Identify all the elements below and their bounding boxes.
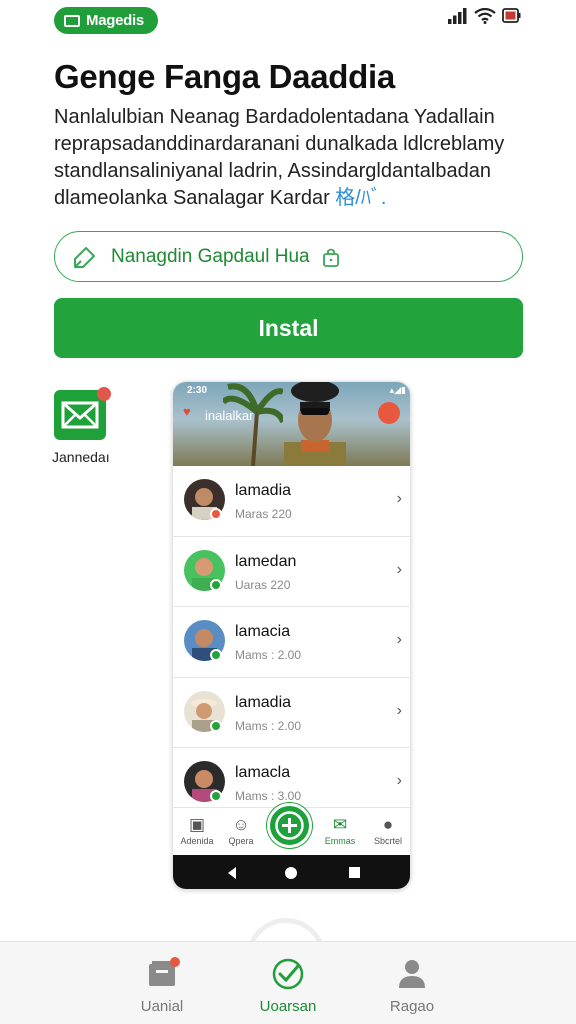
app-badge-icon bbox=[64, 14, 80, 27]
preview-status-icons: ▴◢▮ bbox=[389, 385, 406, 395]
chevron-right-icon: › bbox=[396, 772, 402, 789]
person-icon: ☺ bbox=[232, 815, 250, 834]
system-status-icons bbox=[448, 8, 522, 24]
preview-nav-label: Qpera bbox=[228, 836, 254, 846]
list-item[interactable]: lamedan Uaras 220 › bbox=[173, 537, 410, 607]
secondary-action-label: Nanagdin Gapdaul Hua bbox=[111, 245, 310, 267]
contact-subtitle: Mams : 2.00 bbox=[235, 718, 302, 733]
chevron-right-icon: › bbox=[396, 701, 402, 719]
status-badge bbox=[210, 508, 222, 520]
preview-nav-label: Emmas bbox=[324, 836, 356, 846]
preview-nav-item[interactable]: ✉ Emmas bbox=[316, 814, 364, 846]
app-description-text: Nanlalulbian Neanag Bardadolentadana Yad… bbox=[54, 106, 505, 209]
preview-status-time: 2:30 bbox=[187, 385, 208, 396]
back-icon bbox=[228, 867, 236, 879]
app-description: Nanlalulbian Neanag Bardadolentadana Yad… bbox=[54, 104, 524, 212]
inbox-icon bbox=[149, 957, 180, 986]
chevron-right-icon: › bbox=[396, 631, 402, 648]
chevron-right-icon: › bbox=[396, 560, 402, 578]
status-badge bbox=[210, 790, 222, 802]
contact-subtitle: Maras 220 bbox=[235, 507, 292, 521]
bottom-nav-label: Uoarsan bbox=[259, 998, 317, 1015]
status-badge bbox=[210, 719, 222, 732]
preview-nav-item[interactable]: ☺ Qpera bbox=[217, 814, 265, 846]
contact-subtitle: Uaras 220 bbox=[235, 577, 291, 592]
app-badge[interactable]: Magedis bbox=[54, 7, 158, 34]
list-item[interactable]: lamadia Mams : 2.00 › bbox=[173, 678, 410, 748]
mail-app-label: Jannedaı bbox=[52, 449, 110, 465]
contact-name: lamadia bbox=[235, 693, 292, 711]
mail-app-shortcut[interactable]: Jannedaı bbox=[50, 387, 114, 465]
preview-nav-label: Adenida bbox=[180, 836, 214, 846]
status-badge bbox=[210, 578, 222, 591]
contact-name: lamacia bbox=[235, 623, 291, 640]
bottom-nav-item-apps[interactable]: Uanial bbox=[102, 956, 222, 1015]
mail-icon bbox=[54, 387, 111, 440]
mail-icon: ✉ bbox=[332, 815, 348, 834]
hero-person-image bbox=[284, 382, 346, 466]
contact-name: lamacla bbox=[235, 764, 291, 781]
install-button-label: Instal bbox=[258, 314, 319, 341]
preview-hero-banner: 2:30 ▴◢▮ ♥ inalalkar bbox=[173, 382, 410, 466]
person-icon bbox=[399, 960, 425, 988]
bottom-nav-item-updates[interactable]: Uoarsan bbox=[228, 956, 348, 1015]
recents-icon bbox=[349, 867, 360, 878]
notification-dot bbox=[97, 387, 111, 401]
check-circle-icon bbox=[272, 958, 304, 990]
preview-alert-dot bbox=[378, 402, 400, 424]
status-badge bbox=[210, 649, 222, 661]
app-preview-screenshot: 2:30 ▴◢▮ ♥ inalalkar lamadia Maras 220 › bbox=[172, 381, 411, 890]
contact-subtitle: Mams : 2.00 bbox=[235, 648, 302, 662]
contact-name: lamedan bbox=[235, 552, 297, 570]
profile-avatar-icon: ● bbox=[382, 815, 394, 834]
preview-bottom-nav: ▣ Adenida ☺ Qpera ✉ Emmas ● Sbcrtel bbox=[173, 803, 410, 855]
bottom-nav-label: Uanial bbox=[140, 998, 184, 1015]
status-bar: Magedis bbox=[0, 0, 576, 40]
app-badge-label: Magedis bbox=[86, 12, 144, 29]
bottom-navigation: Uanial Uoarsan Ragao bbox=[0, 941, 576, 1024]
tag-icon bbox=[74, 246, 95, 268]
app-description-accent: 格/ﾊﾞ. bbox=[335, 187, 387, 209]
bottom-nav-item-profile[interactable]: Ragao bbox=[352, 956, 472, 1015]
signal-icon bbox=[448, 8, 467, 24]
preview-nav-item[interactable]: ▣ Adenida bbox=[173, 814, 221, 846]
install-button[interactable]: Instal bbox=[54, 298, 523, 358]
preview-nav-item[interactable]: ● Sbcrtel bbox=[364, 814, 410, 846]
secondary-action-button[interactable]: Nanagdin Gapdaul Hua bbox=[54, 231, 523, 282]
chevron-right-icon: › bbox=[396, 490, 402, 507]
document-icon: ▣ bbox=[188, 815, 206, 834]
lock-icon bbox=[322, 248, 339, 267]
list-item[interactable]: lamadia Maras 220 › bbox=[173, 466, 410, 537]
bottom-nav-label: Ragao bbox=[389, 998, 435, 1015]
page-title: Genge Fanga Daaddia bbox=[54, 58, 395, 95]
preview-hero-label: inalalkar bbox=[205, 408, 254, 423]
wifi-icon bbox=[474, 8, 496, 24]
battery-icon bbox=[502, 8, 521, 23]
contact-name: lamadia bbox=[235, 482, 292, 499]
list-item[interactable]: lamacia Mams : 2.00 › bbox=[173, 607, 410, 678]
contact-list: lamadia Maras 220 › lamedan Uaras 220 › … bbox=[173, 466, 410, 819]
contact-subtitle: Mams : 3.00 bbox=[235, 789, 302, 803]
home-icon bbox=[285, 867, 297, 879]
preview-system-nav bbox=[173, 855, 410, 889]
preview-nav-label: Sbcrtel bbox=[373, 836, 402, 846]
plus-icon bbox=[275, 811, 304, 840]
heart-icon: ♥ bbox=[183, 404, 191, 419]
compose-fab-button[interactable] bbox=[267, 803, 312, 848]
